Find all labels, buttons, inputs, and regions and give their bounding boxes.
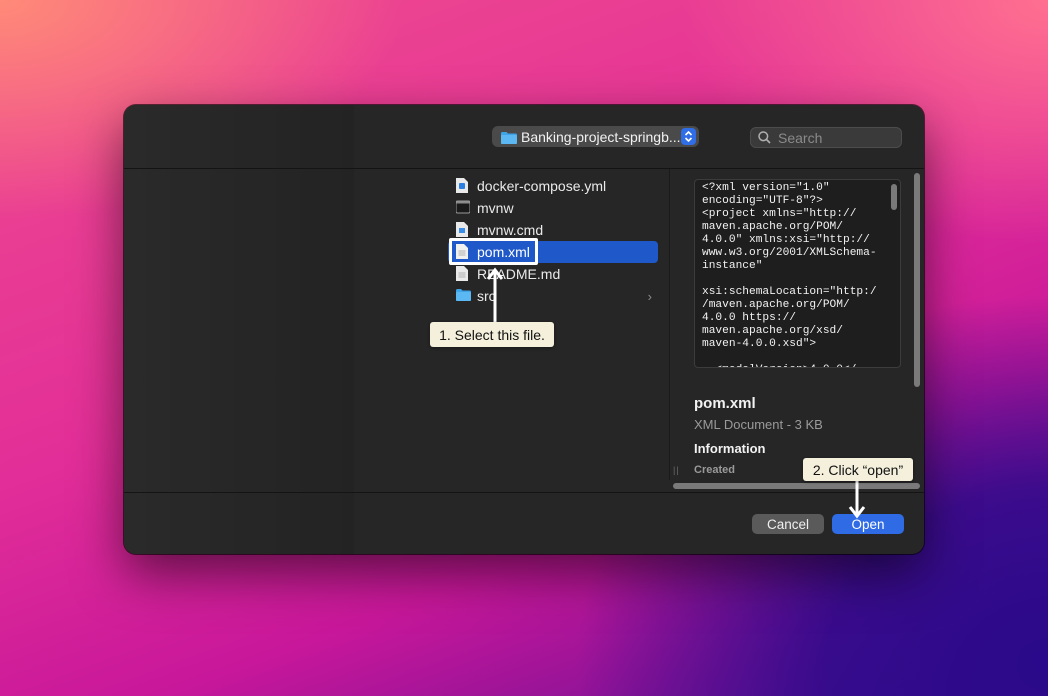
file-name: README.md: [477, 266, 561, 282]
cmd-file-icon: [456, 222, 470, 238]
chevron-right-icon: ›: [647, 288, 652, 304]
horizontal-scrollbar[interactable]: [673, 483, 920, 489]
toolbar: Banking-project-springb... Search: [124, 105, 924, 169]
selection-highlight-box: [449, 238, 538, 265]
preview-scrollbar[interactable]: [891, 184, 897, 210]
file-row-mvnw[interactable]: mvnw: [448, 197, 658, 219]
created-label: Created: [694, 464, 735, 476]
column-resize-handle[interactable]: ||: [673, 465, 680, 475]
file-row-src[interactable]: src ›: [448, 285, 658, 307]
file-preview: <?xml version="1.0" encoding="UTF-8"?> <…: [694, 179, 901, 368]
executable-file-icon: [455, 200, 471, 216]
file-name: mvnw.cmd: [477, 222, 544, 238]
chevron-updown-icon: [681, 128, 696, 145]
folder-icon: [501, 131, 517, 144]
document-icon: [456, 266, 470, 282]
file-name: docker-compose.yml: [477, 178, 607, 194]
column-divider[interactable]: [669, 169, 670, 480]
cancel-button[interactable]: Cancel: [752, 514, 824, 534]
step2-callout: 2. Click “open”: [803, 458, 913, 481]
path-popup-button[interactable]: Banking-project-springb...: [492, 126, 699, 147]
file-row-readme[interactable]: README.md: [448, 263, 658, 285]
sidebar: [124, 105, 354, 554]
search-placeholder: Search: [778, 129, 823, 146]
open-button[interactable]: Open: [832, 514, 904, 534]
preview-text: <?xml version="1.0" encoding="UTF-8"?> <…: [702, 182, 877, 367]
file-row-docker-compose[interactable]: docker-compose.yml: [448, 175, 658, 197]
docker-file-icon: [456, 178, 470, 194]
file-name: src: [477, 288, 496, 304]
file-name: mvnw: [477, 200, 514, 216]
toolbar-divider: [124, 168, 924, 169]
information-heading: Information: [694, 441, 766, 456]
footer-divider: [124, 492, 924, 493]
preview-file-kind: XML Document - 3 KB: [694, 417, 823, 432]
step1-callout: 1. Select this file.: [430, 322, 554, 347]
folder-icon: [456, 288, 471, 304]
path-label: Banking-project-springb...: [521, 128, 681, 145]
preview-file-name: pom.xml: [694, 395, 756, 412]
pane-scrollbar[interactable]: [914, 173, 920, 387]
search-icon: [758, 131, 771, 144]
search-field[interactable]: Search: [750, 127, 902, 148]
